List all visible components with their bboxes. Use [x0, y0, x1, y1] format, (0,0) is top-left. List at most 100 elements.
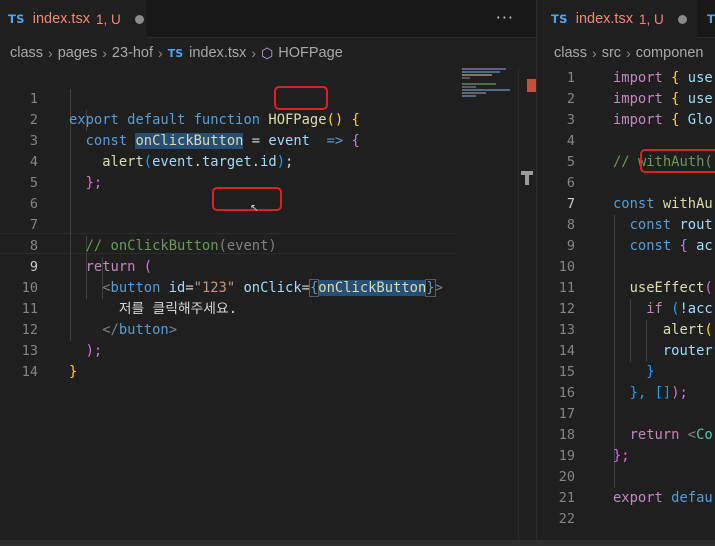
tab-index-tsx[interactable]: TS index.tsx 1, U — [0, 0, 146, 38]
annotation-box — [212, 187, 282, 211]
unsaved-dot-icon[interactable] — [677, 14, 687, 24]
code-text: useEffect( — [613, 278, 713, 299]
code-token: ); — [671, 385, 688, 401]
tab-problem-status: 1, U — [638, 11, 664, 27]
code-line: 20 — [537, 467, 715, 488]
code-editor[interactable]: 1 import { use 2 import { use 3 import { Gl… — [537, 68, 715, 546]
code-token: ac — [696, 238, 713, 254]
code-token: const — [613, 196, 655, 212]
code-text: if (!acc — [613, 299, 712, 320]
line-number: 14 — [21, 364, 38, 380]
code-token: { — [679, 238, 688, 254]
panel-border — [0, 540, 715, 546]
code-text: const withAu — [613, 194, 713, 215]
code-token: ( — [704, 322, 713, 338]
line-number: 12 — [558, 301, 575, 317]
code-token: if — [646, 301, 663, 317]
code-line: 8 return ( — [0, 215, 536, 275]
code-text: }; — [613, 446, 630, 467]
vertical-scrollbar[interactable] — [518, 68, 519, 546]
line-number: 8 — [566, 217, 575, 233]
line-number: 22 — [558, 511, 575, 527]
code-text: const { ac — [613, 236, 713, 257]
code-token: useEffect — [629, 280, 705, 296]
line-number: 7 — [566, 196, 575, 212]
code-line: 11 </button> — [0, 278, 536, 338]
cursor-position-marker — [521, 171, 533, 185]
error-marker — [527, 79, 536, 92]
code-text: export defau — [613, 488, 713, 509]
code-line: 2 const onClickButton = event => { — [0, 89, 536, 149]
code-text: import { Glo — [613, 110, 713, 131]
code-token: rout — [679, 217, 713, 233]
code-text: } — [613, 362, 654, 383]
typescript-icon: T — [707, 12, 715, 26]
breadcrumb-item[interactable]: class — [554, 45, 587, 61]
unsaved-dot-icon[interactable] — [134, 14, 144, 24]
code-line: 3 import { Glo — [537, 110, 715, 131]
code-line: 9 <button id="123" onClick={onClickButto… — [0, 236, 536, 297]
code-token: Glo — [687, 112, 713, 128]
code-line: 22 — [537, 509, 715, 530]
minimap-row — [462, 68, 506, 70]
code-editor[interactable]: 1 export default function HOFPage() { 2 … — [0, 68, 536, 546]
line-number: 21 — [558, 490, 575, 506]
code-token: use — [687, 70, 713, 86]
line-number: 11 — [558, 280, 575, 296]
chevron-right-icon: › — [48, 45, 53, 61]
typescript-icon: TS — [551, 12, 568, 26]
breadcrumb-item[interactable]: class — [10, 45, 43, 61]
more-actions-icon[interactable]: ··· — [496, 8, 514, 27]
code-line: 1 export default function HOFPage() { — [0, 68, 536, 128]
editor-group-left: TS index.tsx 1, U ··· class › pages › 23… — [0, 0, 536, 546]
line-number: 4 — [566, 133, 575, 149]
code-token: // — [613, 154, 630, 170]
code-token: return — [629, 427, 680, 443]
code-line: 10 저를 클릭해주세요. — [0, 257, 536, 317]
code-line: 15 } — [537, 362, 715, 383]
breadcrumb-item[interactable]: componen — [636, 45, 704, 61]
code-line: 12 ); — [0, 299, 536, 359]
annotation-box — [274, 86, 328, 110]
code-line: 17 — [537, 404, 715, 425]
code-token: alert — [662, 322, 705, 338]
minimap-row — [462, 77, 470, 79]
mouse-pointer-icon: ↖ — [250, 203, 259, 214]
code-line: 14 router — [537, 341, 715, 362]
minimap-row — [462, 83, 496, 85]
breadcrumb: class › pages › 23-hof › TS index.tsx › … — [0, 38, 536, 68]
minimap-row — [462, 95, 476, 97]
tab-next[interactable]: T — [697, 0, 715, 38]
minimap-row — [462, 86, 476, 88]
line-number: 13 — [558, 322, 575, 338]
code-line: 9 const { ac — [537, 236, 715, 257]
line-number: 9 — [566, 238, 575, 254]
breadcrumb-item[interactable]: 23-hof — [112, 45, 153, 61]
tab-problem-status: 1, U — [95, 11, 121, 27]
symbol-cube-icon: ⬡ — [261, 44, 274, 61]
code-line: 1 import { use — [537, 68, 715, 89]
annotation-box — [640, 149, 715, 173]
breadcrumb-item[interactable]: pages — [58, 45, 98, 61]
breadcrumb-item[interactable]: index.tsx — [189, 45, 246, 61]
line-number: 6 — [566, 175, 575, 191]
breadcrumb-item[interactable]: HOFPage — [278, 45, 342, 61]
tab-label: index.tsx — [575, 11, 633, 27]
breadcrumb: class › src › componen — [537, 38, 715, 68]
code-line: 7 const withAu — [537, 194, 715, 215]
breadcrumb-item[interactable]: src — [602, 45, 621, 61]
code-line: 4 }; — [0, 131, 536, 191]
code-line: 10 — [537, 257, 715, 278]
code-line: 13 } — [0, 320, 536, 380]
editor-group-right: TS index.tsx 1, U T class › src › compon… — [537, 0, 715, 546]
line-number: 18 — [558, 427, 575, 443]
code-line: 8 const rout — [537, 215, 715, 236]
code-token: { — [671, 91, 680, 107]
code-token: } — [69, 364, 78, 380]
minimap-row — [462, 89, 510, 91]
tab-index-tsx[interactable]: TS index.tsx 1, U — [537, 0, 697, 38]
code-line: 3 alert(event.target.id); — [0, 110, 536, 170]
code-token: }, — [629, 385, 647, 401]
minimap[interactable] — [462, 68, 518, 108]
code-text: import { use — [613, 68, 713, 89]
